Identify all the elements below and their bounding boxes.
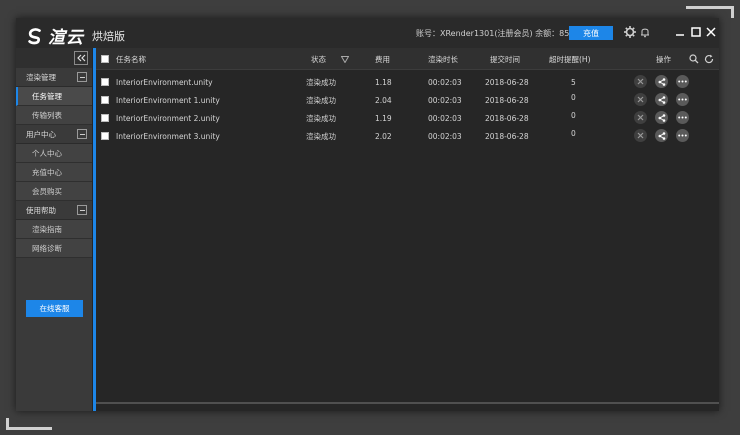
task-timeout: 5 [571, 77, 576, 87]
section-collapse-icon[interactable] [77, 72, 87, 82]
frame-corner-top-right [731, 6, 734, 18]
filter-icon[interactable] [341, 48, 349, 70]
cancel-task-icon[interactable] [634, 129, 647, 142]
row-checkbox[interactable] [101, 78, 109, 86]
section-label: 用户中心 [26, 129, 56, 139]
maximize-icon[interactable] [689, 25, 703, 39]
search-icon[interactable] [689, 48, 699, 70]
cancel-task-icon[interactable] [634, 93, 647, 106]
more-options-icon[interactable] [676, 75, 689, 88]
column-header-actions: 操作 [656, 54, 671, 64]
sidebar-section-user-center[interactable]: 用户中心 [16, 125, 92, 144]
task-duration: 00:02:03 [428, 113, 462, 123]
task-duration: 00:02:03 [428, 95, 462, 105]
sidebar-collapse-bar [16, 48, 92, 68]
task-timeout: 0 [571, 92, 576, 102]
sidebar-item-membership-purchase[interactable]: 会员购买 [16, 182, 92, 201]
task-cost: 2.04 [375, 95, 392, 105]
table-header: 任务名称 状态 费用 渲染时长 提交时间 超时提醒(H) 操作 [96, 48, 719, 70]
task-name: InteriorEnvironment 3.unity [116, 131, 220, 141]
cancel-task-icon[interactable] [634, 75, 647, 88]
section-label: 渲染管理 [26, 72, 56, 82]
column-header-task-name: 任务名称 [116, 54, 146, 64]
row-checkbox[interactable] [101, 96, 109, 104]
sidebar-section-help[interactable]: 使用帮助 [16, 201, 92, 220]
task-submit-time: 2018-06-28 [485, 131, 529, 141]
row-checkbox[interactable] [101, 132, 109, 140]
sidebar-item-personal-center[interactable]: 个人中心 [16, 144, 92, 163]
sidebar-item-recharge-center[interactable]: 充值中心 [16, 163, 92, 182]
more-options-icon[interactable] [676, 111, 689, 124]
share-icon[interactable] [655, 129, 668, 142]
collapse-sidebar-icon[interactable] [74, 51, 88, 65]
app-logo: 渲云 烘焙版 [26, 23, 125, 48]
task-timeout: 0 [571, 110, 576, 120]
table-row[interactable]: InteriorEnvironment.unity 渲染成功 1.18 00:0… [96, 73, 719, 91]
task-status: 渲染成功 [306, 113, 336, 123]
section-collapse-icon[interactable] [77, 205, 87, 215]
sidebar-item-transfer-list[interactable]: 传输列表 [16, 106, 92, 125]
horizontal-scrollbar[interactable] [96, 402, 719, 404]
task-cost: 1.18 [375, 77, 392, 87]
sidebar-item-task-management[interactable]: 任务管理 [16, 87, 92, 106]
task-duration: 00:02:03 [428, 77, 462, 87]
recharge-button[interactable]: 充值 [569, 26, 613, 40]
settings-icon[interactable] [623, 25, 637, 39]
task-status: 渲染成功 [306, 77, 336, 87]
sidebar: 渲染管理 任务管理 传输列表 用户中心 个人中心 充值中心 会员购买 使用帮助 … [16, 48, 92, 411]
task-name: InteriorEnvironment 2.unity [116, 113, 220, 123]
task-status: 渲染成功 [306, 95, 336, 105]
task-status: 渲染成功 [306, 131, 336, 141]
edition-label: 烘焙版 [92, 29, 125, 43]
task-submit-time: 2018-06-28 [485, 113, 529, 123]
task-name: InteriorEnvironment.unity [116, 77, 213, 87]
table-row[interactable]: InteriorEnvironment 3.unity 渲染成功 2.02 00… [96, 127, 719, 145]
column-header-duration: 渲染时长 [428, 54, 458, 64]
row-checkbox[interactable] [101, 114, 109, 122]
column-header-submit-time: 提交时间 [490, 54, 520, 64]
more-options-icon[interactable] [676, 93, 689, 106]
task-cost: 1.19 [375, 113, 392, 123]
task-cost: 2.02 [375, 131, 392, 141]
section-collapse-icon[interactable] [77, 129, 87, 139]
frame-corner-bottom-left [6, 418, 9, 430]
task-name: InteriorEnvironment 1.unity [116, 95, 220, 105]
bell-icon[interactable] [638, 25, 652, 39]
title-bar: 渲云 烘焙版 账号：XRender1301(注册会员) 余额：85771.43 … [16, 18, 719, 48]
table-row[interactable]: InteriorEnvironment 2.unity 渲染成功 1.19 00… [96, 109, 719, 127]
column-header-timeout: 超时提醒(H) [549, 54, 591, 64]
column-header-status: 状态 [311, 54, 326, 64]
sidebar-item-render-guide[interactable]: 渲染指南 [16, 220, 92, 239]
share-icon[interactable] [655, 75, 668, 88]
app-window: 渲云 烘焙版 账号：XRender1301(注册会员) 余额：85771.43 … [16, 18, 719, 411]
frame-corner-top-right [686, 6, 734, 9]
sidebar-section-render-management[interactable]: 渲染管理 [16, 68, 92, 87]
cancel-task-icon[interactable] [634, 111, 647, 124]
task-submit-time: 2018-06-28 [485, 77, 529, 87]
task-timeout: 0 [571, 128, 576, 138]
close-icon[interactable] [704, 25, 718, 39]
online-support-button[interactable]: 在线客服 [26, 300, 83, 317]
brand-name: 渲云 [48, 28, 84, 48]
logo-icon [28, 27, 41, 44]
share-icon[interactable] [655, 111, 668, 124]
task-submit-time: 2018-06-28 [485, 95, 529, 105]
minimize-icon[interactable] [673, 25, 687, 39]
column-header-cost: 费用 [375, 54, 390, 64]
frame-corner-bottom-left [6, 427, 52, 430]
task-duration: 00:02:03 [428, 131, 462, 141]
share-icon[interactable] [655, 93, 668, 106]
more-options-icon[interactable] [676, 129, 689, 142]
table-row[interactable]: InteriorEnvironment 1.unity 渲染成功 2.04 00… [96, 91, 719, 109]
select-all-checkbox[interactable] [101, 55, 109, 63]
sidebar-item-network-diagnosis[interactable]: 网络诊断 [16, 239, 92, 258]
section-label: 使用帮助 [26, 205, 56, 215]
refresh-icon[interactable] [704, 48, 714, 70]
